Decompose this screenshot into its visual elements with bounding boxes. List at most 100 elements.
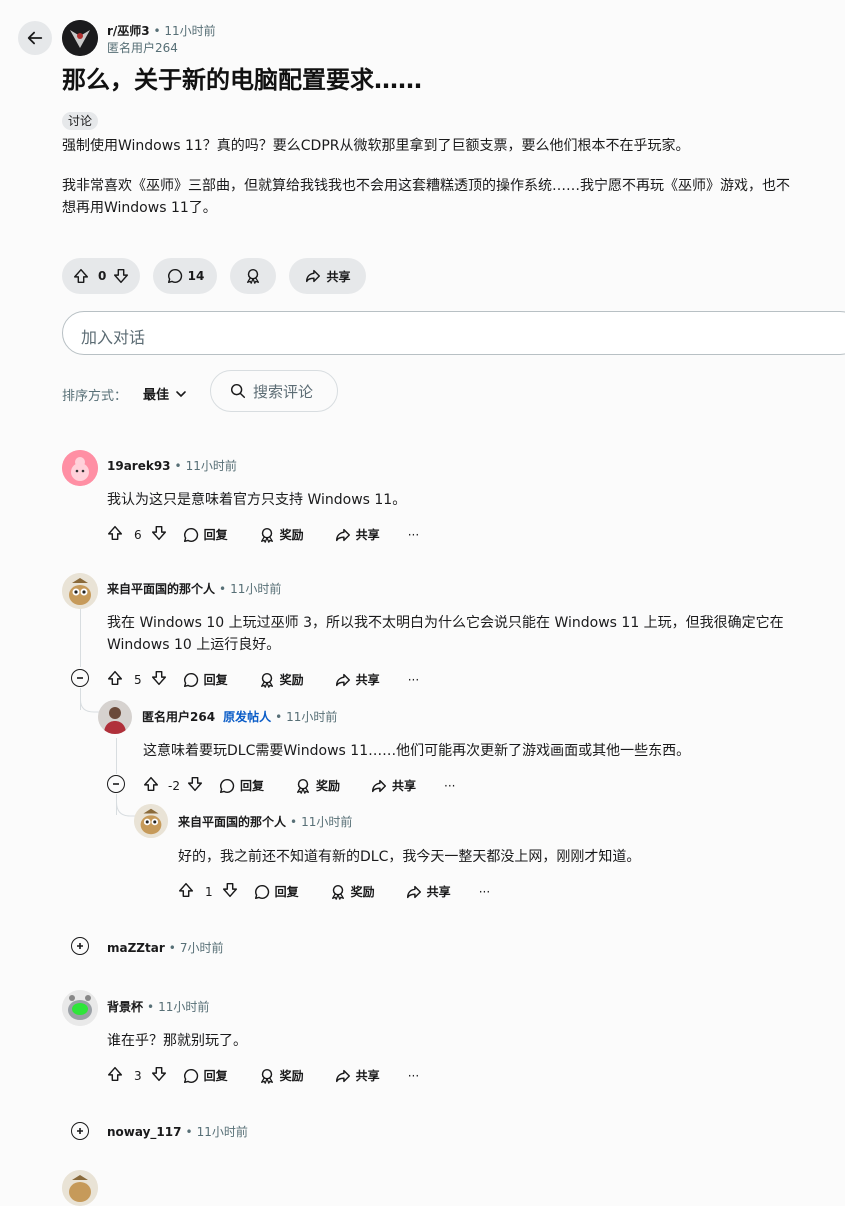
comment-header: 匿名用户264 原发帖人 • 11小时前: [142, 708, 338, 725]
vote-count: 3: [134, 1068, 142, 1083]
comment-author[interactable]: 来自平面国的那个人: [107, 580, 215, 597]
comment-author[interactable]: maZZtar: [107, 941, 165, 955]
comment-header: maZZtar • 7小时前: [107, 940, 224, 956]
upvote-icon[interactable]: [106, 524, 124, 545]
award-button[interactable]: 奖励: [294, 777, 340, 795]
collapse-thread-button[interactable]: [107, 775, 125, 793]
post-title: 那么，关于新的电脑配置要求……: [62, 66, 422, 94]
award-button[interactable]: 奖励: [329, 883, 375, 901]
comment-time: 7小时前: [179, 941, 224, 955]
vote-count: 6: [134, 527, 142, 542]
reply-icon: [219, 778, 235, 793]
award-button[interactable]: 奖励: [258, 526, 304, 544]
collapse-thread-button[interactable]: [71, 669, 89, 687]
share-button[interactable]: 共享: [334, 1067, 380, 1085]
share-label: 共享: [326, 269, 351, 284]
comments-button[interactable]: 14: [153, 258, 217, 294]
award-icon: [260, 1068, 273, 1084]
comment-icon: [167, 268, 182, 284]
share-icon: [335, 528, 350, 541]
comment-author[interactable]: 背景杯: [107, 998, 143, 1015]
avatar[interactable]: [62, 573, 98, 609]
reply-button[interactable]: 回复: [218, 777, 264, 795]
post-vote-count: 0: [98, 269, 107, 283]
comment-author[interactable]: 19arek93: [107, 459, 171, 473]
post-flair[interactable]: 讨论: [62, 112, 99, 130]
share-icon: [371, 779, 387, 792]
post-author[interactable]: 匿名用户264: [107, 39, 178, 56]
award-icon: [296, 778, 310, 794]
avatar[interactable]: [62, 1170, 98, 1206]
chevron-down-icon: [176, 390, 186, 397]
upvote-icon[interactable]: [142, 775, 160, 796]
upvote-icon[interactable]: [106, 669, 124, 690]
post-paragraph-2-line-1: 我非常喜欢《巫师》三部曲，但就算给我钱我也不会用这套糟糕透顶的操作系统……我宁愿…: [62, 178, 790, 194]
more-options-button[interactable]: ···: [408, 673, 419, 687]
comment-time: 11小时前: [158, 1000, 210, 1014]
comment-actions: 1 回复 奖励 共享 ···: [177, 881, 490, 902]
vote-count: -2: [168, 778, 180, 793]
downvote-icon[interactable]: [150, 1065, 168, 1086]
comment-author[interactable]: noway_117: [107, 1125, 181, 1139]
downvote-icon[interactable]: [221, 881, 239, 902]
reply-button[interactable]: 回复: [182, 526, 228, 544]
award-icon: [331, 884, 344, 900]
subreddit-avatar[interactable]: [62, 20, 98, 56]
downvote-icon[interactable]: [186, 775, 204, 796]
share-button[interactable]: 共享: [334, 526, 380, 544]
back-button[interactable]: [18, 21, 52, 55]
share-button[interactable]: 共享: [370, 777, 416, 795]
sort-label: 排序方式：: [62, 389, 128, 404]
reply-icon: [254, 884, 269, 899]
comment-actions: 3 回复 奖励 共享 ···: [106, 1065, 419, 1086]
reply-icon: [183, 672, 198, 687]
expand-comment-button[interactable]: [71, 1122, 89, 1140]
avatar[interactable]: [62, 450, 98, 486]
avatar[interactable]: [62, 990, 98, 1026]
upvote-icon[interactable]: [106, 1065, 124, 1086]
award-icon: [260, 527, 273, 543]
upvote-icon[interactable]: [72, 267, 90, 285]
comment-input[interactable]: 加入对话: [62, 311, 845, 355]
op-badge: 原发帖人: [223, 710, 272, 724]
reply-button[interactable]: 回复: [253, 883, 299, 901]
search-comments-input[interactable]: 搜索评论: [210, 370, 338, 412]
more-options-button[interactable]: ···: [408, 528, 419, 542]
comment-header: 来自平面国的那个人 • 11小时前: [178, 813, 353, 830]
comment-header: 来自平面国的那个人 • 11小时前: [107, 580, 282, 597]
award-button[interactable]: [230, 258, 276, 294]
downvote-icon[interactable]: [150, 524, 168, 545]
downvote-icon[interactable]: [150, 669, 168, 690]
comment-author[interactable]: 匿名用户264: [142, 708, 215, 725]
upvote-icon[interactable]: [177, 881, 195, 902]
comment-time: 11小时前: [185, 459, 237, 473]
sort-value: 最佳: [143, 388, 170, 403]
share-button[interactable]: 共享: [405, 883, 451, 901]
share-icon: [406, 885, 421, 898]
subreddit-name[interactable]: r/巫师3: [107, 24, 150, 38]
more-options-button[interactable]: ···: [444, 779, 455, 793]
minus-icon: [113, 783, 119, 785]
share-button[interactable]: 共享: [334, 671, 380, 689]
avatar[interactable]: [98, 700, 132, 734]
arrow-left-icon: [27, 31, 43, 45]
minus-icon: [77, 677, 83, 679]
expand-comment-button[interactable]: [71, 937, 89, 955]
reply-button[interactable]: 回复: [182, 671, 228, 689]
downvote-icon[interactable]: [112, 267, 130, 285]
comment-input-placeholder: 加入对话: [81, 328, 146, 347]
share-button[interactable]: 共享: [289, 258, 366, 294]
subreddit-meta: r/巫师3 • 11小时前: [107, 24, 216, 38]
vote-count: 5: [134, 672, 142, 687]
comment-header: 19arek93 • 11小时前: [107, 458, 237, 474]
share-icon: [306, 269, 321, 283]
avatar[interactable]: [134, 804, 168, 838]
reply-button[interactable]: 回复: [182, 1067, 228, 1085]
comment-author[interactable]: 来自平面国的那个人: [178, 813, 286, 830]
share-icon: [335, 1069, 350, 1082]
award-button[interactable]: 奖励: [258, 671, 304, 689]
more-options-button[interactable]: ···: [479, 885, 490, 899]
award-button[interactable]: 奖励: [258, 1067, 304, 1085]
more-options-button[interactable]: ···: [408, 1069, 419, 1083]
sort-dropdown[interactable]: 最佳: [143, 384, 187, 403]
